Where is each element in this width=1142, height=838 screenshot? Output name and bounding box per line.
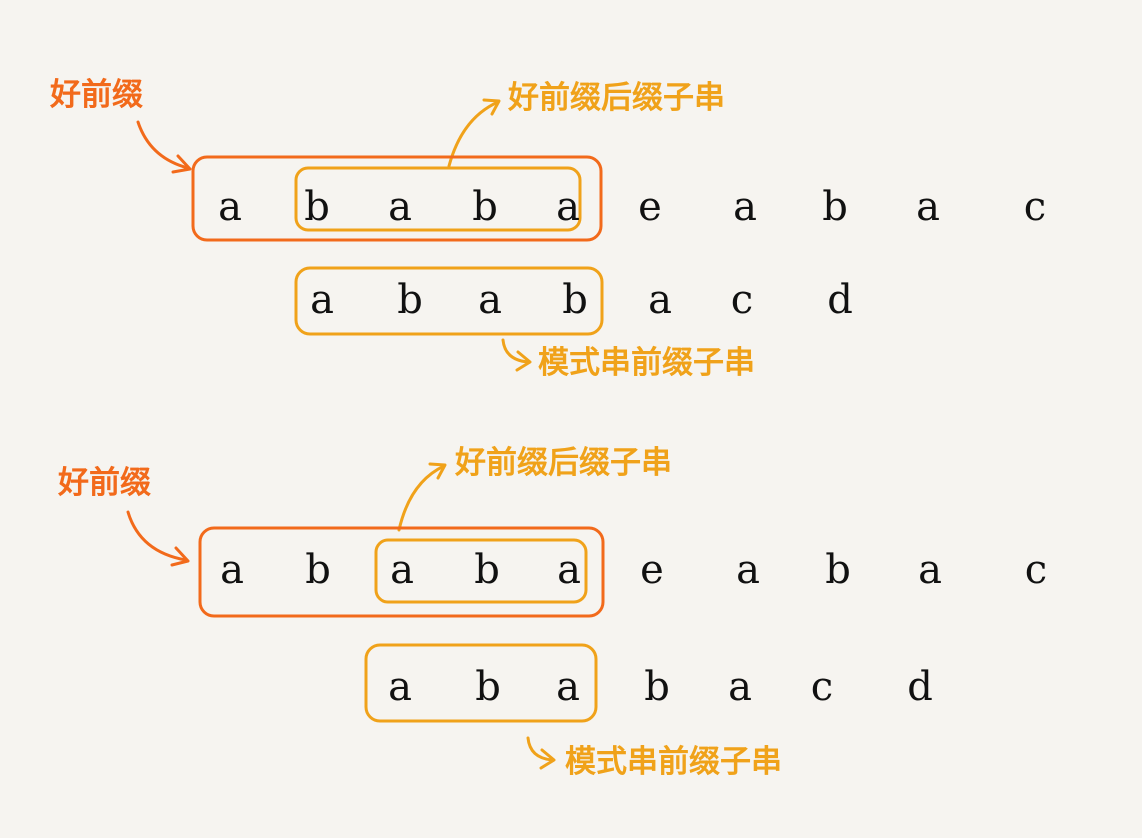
pattern-1-char-3: a (478, 277, 502, 323)
main-string-1-char-3: a (388, 184, 412, 230)
main-string-2-char-2: b (305, 547, 331, 593)
main-string-1-char-5: a (556, 184, 580, 230)
pattern-2-char-6: c (811, 664, 833, 710)
main-string-1-char-1: a (218, 184, 242, 230)
pattern-1-char-2: b (397, 277, 423, 323)
suffix-substring-box-1 (294, 166, 582, 232)
main-string-row-1: ababaeabac (218, 184, 1046, 230)
pattern-row-1: ababacd (310, 277, 853, 323)
main-string-2-char-3: a (390, 547, 414, 593)
main-string-1-char-8: b (822, 184, 848, 230)
diagram-canvas: 好前缀 好前缀后缀子串 模式串前缀子串 a b a b a e a b a c a b a b a c d 好… (49, 77, 1047, 780)
good-prefix-arrow-1 (136, 120, 190, 170)
suffix-substring-label-1: 好前缀后缀子串 (507, 80, 725, 116)
pattern-row-2: ababacd (388, 664, 933, 710)
pattern-2-char-4: b (644, 664, 670, 710)
main-string-2-char-8: b (825, 547, 851, 593)
pattern-1-char-4: b (562, 277, 588, 323)
main-string-2-char-4: b (474, 547, 500, 593)
kmp-good-prefix-diagram: 好前缀 好前缀后缀子串 模式串前缀子串 a b a b a e a b a c a b a b a c d 好… (0, 0, 1142, 838)
pattern-2-char-5: a (728, 664, 752, 710)
pattern-1-char-1: a (310, 277, 334, 323)
suffix-substring-arrow-2 (397, 464, 446, 532)
suffix-substring-label-2: 好前缀后缀子串 (454, 445, 672, 481)
main-string-2-char-7: a (736, 547, 760, 593)
diagram-1: 好前缀 好前缀后缀子串 模式串前缀子串 a b a b a e a b a c a b a b a c d (49, 77, 1046, 381)
diagram-2: 好前缀 好前缀后缀子串 模式串前缀子串 a b a b a e a b a c a b a b a c d (57, 445, 1047, 780)
pattern-1-char-5: a (648, 277, 672, 323)
pattern-1-char-6: c (731, 277, 753, 323)
pattern-2-char-2: b (475, 664, 501, 710)
good-prefix-label-2: 好前缀 (57, 465, 151, 501)
pattern-prefix-label-1: 模式串前缀子串 (538, 345, 755, 381)
good-prefix-label-1: 好前缀 (49, 77, 143, 113)
main-string-2-char-10: c (1025, 547, 1047, 593)
main-string-2-char-1: a (220, 547, 244, 593)
pattern-prefix-box-1 (294, 266, 604, 336)
good-prefix-arrow-2 (126, 510, 188, 562)
pattern-1-char-7: d (827, 277, 853, 323)
main-string-1-char-10: c (1024, 184, 1046, 230)
main-string-1-char-2: b (304, 184, 330, 230)
main-string-2-char-5: a (557, 547, 581, 593)
pattern-2-char-1: a (388, 664, 412, 710)
main-string-2-char-6: e (640, 547, 664, 593)
pattern-prefix-label-2: 模式串前缀子串 (565, 744, 782, 780)
main-string-1-char-7: a (733, 184, 757, 230)
pattern-2-char-7: d (907, 664, 933, 710)
main-string-row-2: ababaeabac (220, 547, 1047, 593)
main-string-1-char-6: e (638, 184, 662, 230)
main-string-1-char-9: a (916, 184, 940, 230)
main-string-2-char-9: a (918, 547, 942, 593)
pattern-2-char-3: a (556, 664, 580, 710)
main-string-1-char-4: b (472, 184, 498, 230)
